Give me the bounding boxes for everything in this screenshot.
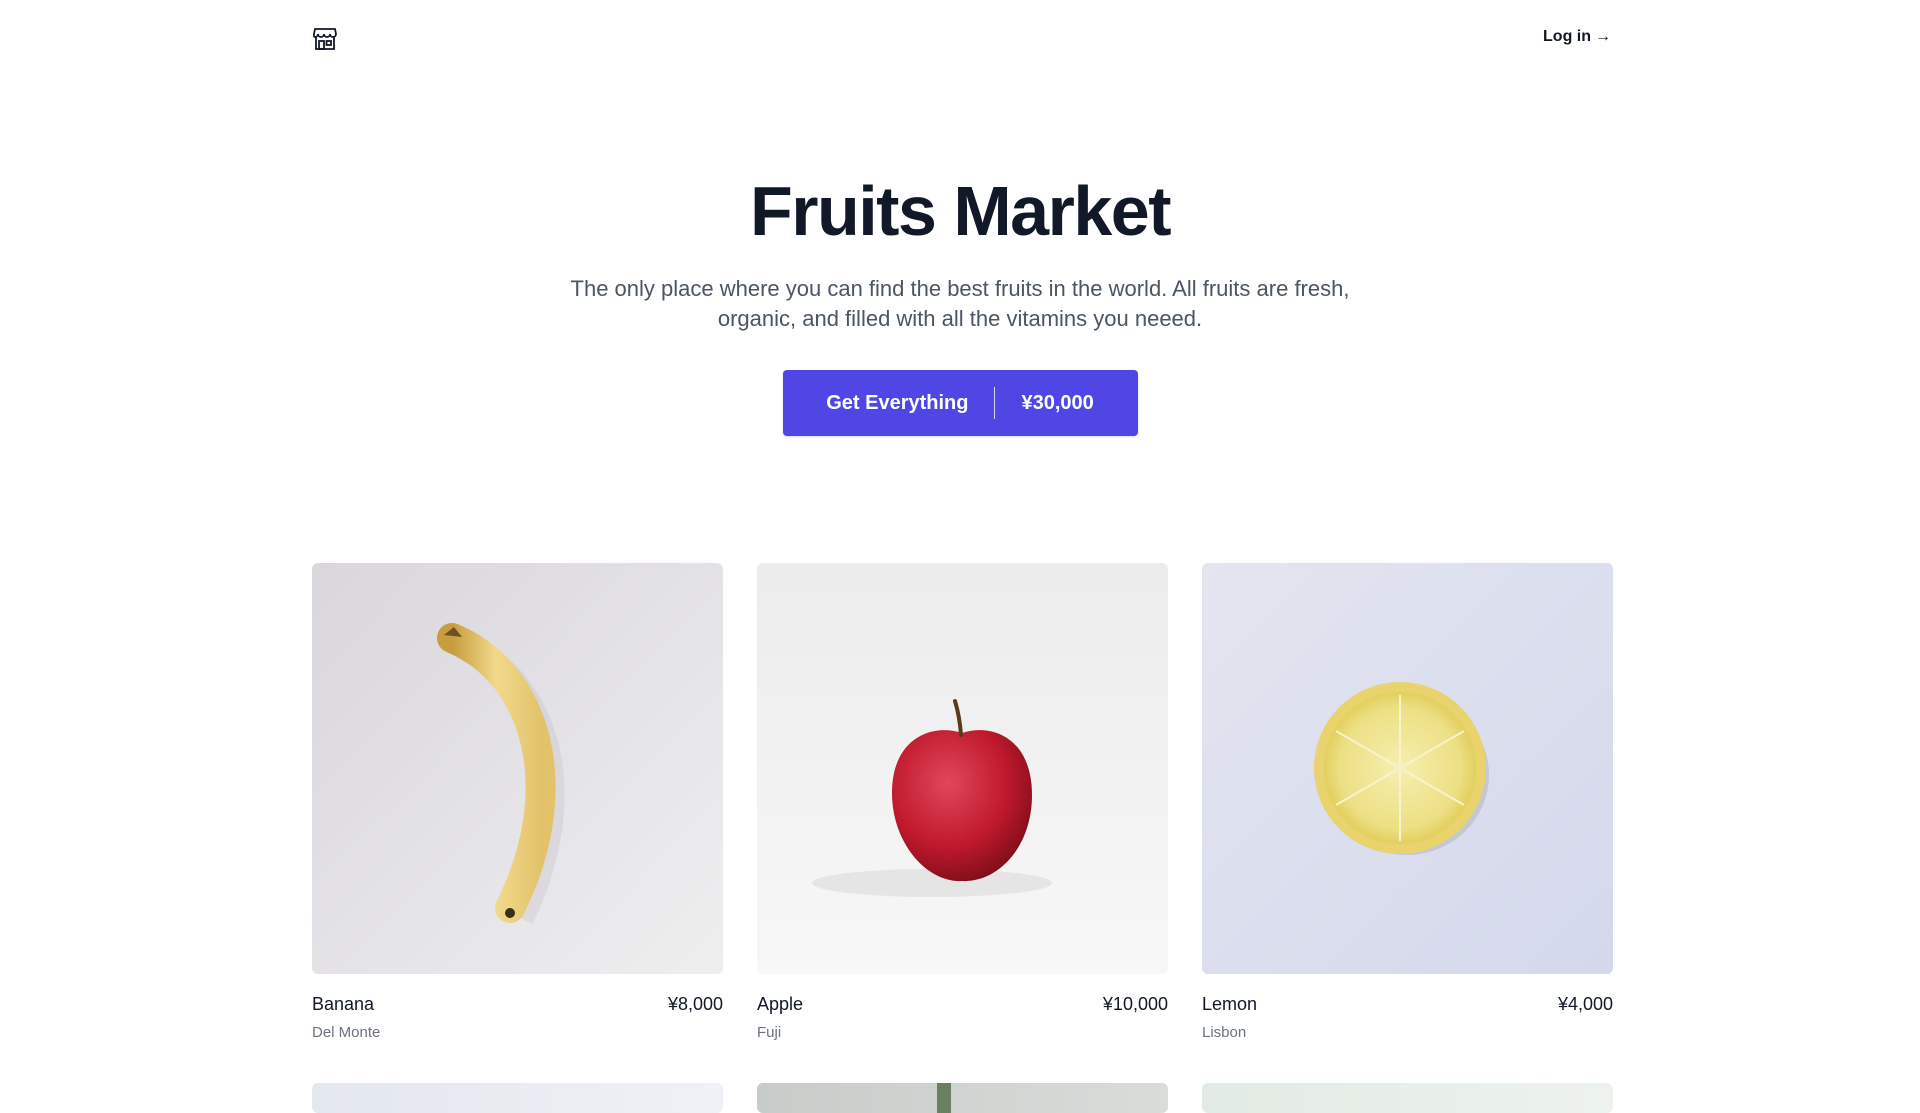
product-price: ¥10,000 [1102, 994, 1168, 1014]
product-name: Lemon [1202, 994, 1258, 1014]
page-title: Fruits Market [749, 172, 1172, 250]
product-price: ¥4,000 [1557, 994, 1613, 1014]
login-label: Log in [1543, 28, 1591, 45]
product-brand: Fuji [757, 1024, 782, 1041]
top-nav: Log in → [0, 0, 1920, 80]
banana-image[interactable] [312, 563, 723, 974]
product-card[interactable] [1202, 1083, 1613, 1113]
product-card-lemon[interactable]: Lemon ¥4,000 Lisbon [1202, 563, 1613, 1041]
product-card-apple[interactable]: Apple ¥10,000 Fuji [757, 563, 1168, 1041]
storefront-icon[interactable] [312, 26, 338, 52]
product-image[interactable] [312, 1083, 723, 1113]
cta-divider [994, 387, 996, 419]
product-brand: Lisbon [1202, 1024, 1247, 1041]
get-everything-button[interactable]: Get Everything ¥30,000 [782, 370, 1138, 436]
lemon-image[interactable] [1202, 563, 1613, 974]
product-name: Apple [757, 994, 804, 1014]
product-price: ¥8,000 [667, 994, 723, 1014]
product-grid: Banana ¥8,000 Del Monte Apple ¥10,000 Fu… [312, 563, 1614, 1113]
apple-image[interactable] [757, 563, 1168, 974]
product-brand: Del Monte [312, 1024, 381, 1041]
cta-label: Get Everything [826, 391, 969, 414]
hero-section: Fruits Market The only place where you c… [0, 170, 1920, 436]
product-card[interactable] [312, 1083, 723, 1113]
arrow-right-icon: → [1595, 28, 1611, 45]
leaf-stem [937, 1083, 951, 1113]
product-card-banana[interactable]: Banana ¥8,000 Del Monte [312, 563, 723, 1041]
product-image[interactable] [757, 1083, 1168, 1113]
hero-description: The only place where you can find the be… [570, 276, 1350, 331]
cta-price: ¥30,000 [1021, 391, 1094, 414]
product-name: Banana [312, 994, 375, 1014]
product-card[interactable] [757, 1083, 1168, 1113]
product-image[interactable] [1202, 1083, 1613, 1113]
login-link[interactable]: Log in → [1543, 28, 1611, 46]
